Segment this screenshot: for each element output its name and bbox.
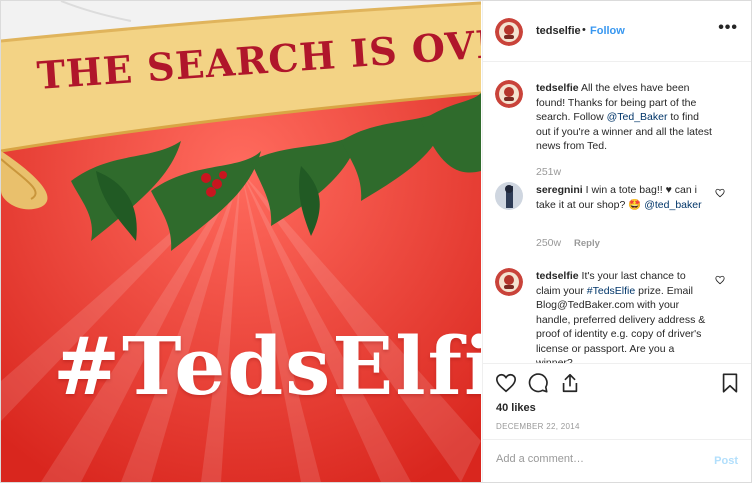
likes-count[interactable]: 40 likes [496,402,536,414]
author-avatar[interactable] [495,18,523,46]
more-horizontal-icon[interactable]: ••• [718,19,738,37]
follow-button[interactable]: Follow [590,25,625,37]
post-image[interactable]: THE SEARCH IS OVE #TedsElfie [1,1,481,482]
comment-username[interactable]: tedselfie [536,82,579,94]
comment-meta: 251w [536,166,561,178]
post-header: tedselfie • Follow ••• [483,1,751,62]
comment-avatar[interactable] [495,268,523,296]
comment-mention[interactable]: @Ted_Baker [607,111,668,123]
avatar-image [495,182,523,210]
reply-button[interactable]: Reply [574,238,600,249]
author-username[interactable]: tedselfie [536,25,581,37]
comment-username[interactable]: tedselfie [536,270,579,282]
comment-hashtag[interactable]: #TedsElfie [587,285,635,297]
share-icon[interactable] [559,372,581,394]
comment-text: tedselfie All the elves have been found!… [536,81,712,154]
avatar-image [495,80,523,108]
comment-avatar[interactable] [495,80,523,108]
avatar-image [495,268,523,296]
heart-icon[interactable] [495,372,517,394]
post-actions: 40 likes DECEMBER 22, 2014 [483,363,751,440]
comment-age[interactable]: 250w [536,237,561,249]
post-button[interactable]: Post [714,455,738,467]
comment-input[interactable] [496,453,696,465]
avatar-image [495,18,523,46]
comment-text: tedselfie It's your last chance to claim… [536,269,712,363]
post-sidebar: tedselfie • Follow ••• tedselfie All the… [482,1,751,482]
comment-text: seregnini I win a tote bag!! ♥ can i tak… [536,183,712,212]
comment-meta: 250w Reply [536,237,600,249]
comment-username[interactable]: seregnini [536,184,583,196]
comment-avatar[interactable] [495,182,523,210]
instagram-post: THE SEARCH IS OVE #TedsElfie tedselfie •… [0,0,752,483]
comment-heart-icon[interactable] [715,188,725,198]
comment-mention[interactable]: @ted_baker [644,199,701,211]
hashtag-text: #TedsElfie [53,319,481,413]
add-comment-bar: Post [483,439,751,482]
comments-list[interactable]: tedselfie All the elves have been found!… [483,62,751,363]
comment-icon[interactable] [527,372,549,394]
post-date[interactable]: DECEMBER 22, 2014 [496,422,580,431]
comment-heart-icon[interactable] [715,275,725,285]
separator-dot: • [582,24,586,36]
bookmark-icon[interactable] [719,372,741,394]
comment-age[interactable]: 251w [536,166,561,178]
